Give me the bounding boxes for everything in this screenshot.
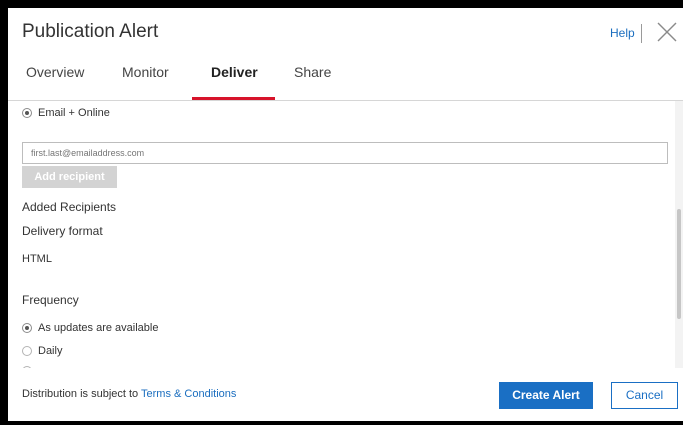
delivery-format-value: HTML [22, 253, 52, 265]
deliver-panel: Email + Online Add recipient Added Recip… [8, 101, 683, 368]
frequency-option-daily[interactable]: Daily [22, 345, 62, 357]
frequency-option-as-updates[interactable]: As updates are available [22, 322, 158, 334]
added-recipients-heading: Added Recipients [22, 200, 117, 214]
create-alert-button[interactable]: Create Alert [499, 382, 593, 409]
tab-overview[interactable]: Overview [26, 64, 84, 100]
add-recipient-button[interactable]: Add recipient [22, 166, 117, 188]
frequency-heading: Frequency [22, 293, 79, 307]
frequency-option-label: As updates are available [38, 322, 159, 334]
tab-monitor[interactable]: Monitor [122, 64, 169, 100]
radio-unselected-icon [22, 346, 32, 357]
tab-share[interactable]: Share [294, 64, 331, 100]
cancel-button[interactable]: Cancel [611, 382, 678, 409]
frequency-option-label: Daily [38, 345, 63, 357]
distribution-notice: Distribution is subject to Terms & Condi… [22, 388, 236, 400]
header-divider [641, 24, 642, 43]
recipient-email-input[interactable] [22, 142, 668, 164]
delivery-format-heading: Delivery format [22, 224, 103, 238]
terms-conditions-link[interactable]: Terms & Conditions [141, 388, 236, 400]
close-icon[interactable] [656, 21, 678, 43]
active-tab-indicator [192, 97, 275, 100]
distribution-notice-text: Distribution is subject to [22, 388, 142, 400]
scrollbar-thumb[interactable] [677, 209, 681, 319]
help-link[interactable]: Help [610, 26, 635, 40]
dialog-header: Publication Alert Help Overview Monitor … [8, 8, 683, 101]
dialog-footer: Distribution is subject to Terms & Condi… [8, 368, 683, 421]
dialog-title: Publication Alert [22, 21, 159, 42]
delivery-option-label: Email + Online [38, 107, 110, 119]
radio-selected-icon [22, 108, 32, 119]
tab-deliver[interactable]: Deliver [211, 64, 258, 100]
publication-alert-dialog: Publication Alert Help Overview Monitor … [8, 8, 683, 421]
radio-selected-icon [22, 323, 32, 334]
delivery-option-email-online[interactable]: Email + Online [22, 107, 110, 119]
